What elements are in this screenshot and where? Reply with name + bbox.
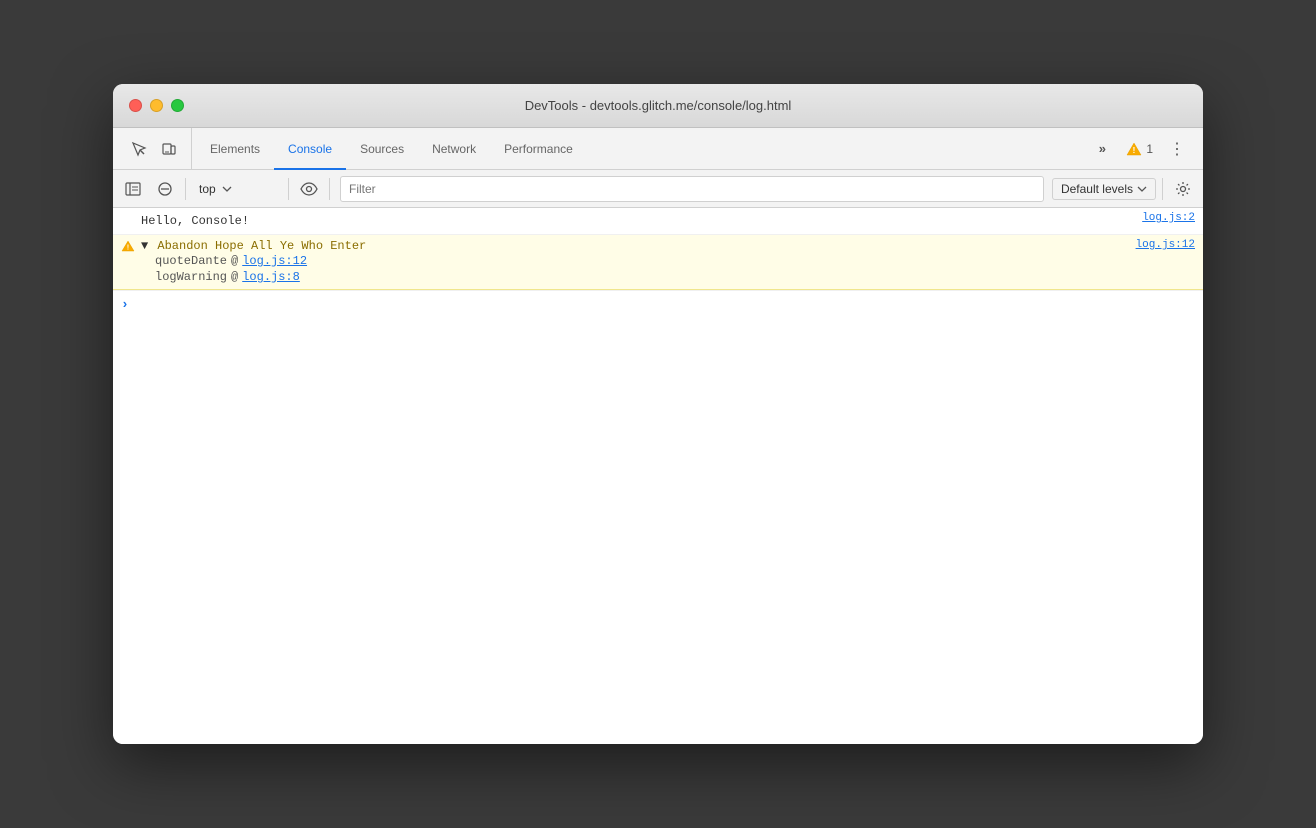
warning-triangle-icon: ! bbox=[1126, 142, 1142, 156]
close-button[interactable] bbox=[129, 99, 142, 112]
toolbar-separator-4 bbox=[1162, 178, 1163, 200]
stack-link-2[interactable]: log.js:8 bbox=[242, 270, 300, 284]
toolbar-separator-3 bbox=[329, 178, 330, 200]
stack-line-1: quoteDante @ log.js:12 bbox=[155, 253, 1195, 269]
stack-line-2: logWarning @ log.js:8 bbox=[155, 269, 1195, 285]
settings-button[interactable] bbox=[1169, 175, 1197, 203]
stack-link-1[interactable]: log.js:12 bbox=[242, 254, 307, 268]
warning-row-body: ▼ Abandon Hope All Ye Who Enter log.js:1… bbox=[141, 239, 1195, 285]
warning-icon: ! bbox=[121, 240, 135, 252]
warning-message: Abandon Hope All Ye Who Enter bbox=[157, 239, 366, 253]
traffic-lights bbox=[129, 99, 184, 112]
eye-icon bbox=[300, 182, 318, 196]
filter-input[interactable] bbox=[349, 182, 1035, 196]
gear-icon bbox=[1175, 181, 1191, 197]
svg-text:!: ! bbox=[1133, 146, 1136, 155]
tab-sources[interactable]: Sources bbox=[346, 129, 418, 170]
tab-console[interactable]: Console bbox=[274, 129, 346, 170]
window-title: DevTools - devtools.glitch.me/console/lo… bbox=[525, 98, 792, 113]
titlebar: DevTools - devtools.glitch.me/console/lo… bbox=[113, 84, 1203, 128]
tab-network[interactable]: Network bbox=[418, 129, 490, 170]
console-prompt-icon: › bbox=[121, 297, 129, 312]
more-options-button[interactable]: ⋮ bbox=[1163, 135, 1191, 163]
maximize-button[interactable] bbox=[171, 99, 184, 112]
devtools-icon-group bbox=[117, 128, 192, 169]
warning-row-icon: ! bbox=[121, 240, 135, 256]
context-selector[interactable]: top bbox=[192, 179, 282, 199]
warning-stack-trace: quoteDante @ log.js:12 logWarning @ log.… bbox=[141, 253, 1195, 285]
console-log-row: Hello, Console! log.js:2 bbox=[113, 208, 1203, 235]
tab-elements[interactable]: Elements bbox=[196, 129, 274, 170]
tab-performance[interactable]: Performance bbox=[490, 129, 587, 170]
warning-badge[interactable]: ! 1 bbox=[1120, 138, 1159, 160]
console-output: Hello, Console! log.js:2 ! ▼ Abandon Hop… bbox=[113, 208, 1203, 744]
console-input-row[interactable]: › bbox=[113, 290, 1203, 318]
filter-input-wrap bbox=[340, 176, 1044, 202]
console-log-text: Hello, Console! bbox=[141, 212, 1134, 230]
eye-icon-button[interactable] bbox=[295, 175, 323, 203]
warning-row-header: ▼ Abandon Hope All Ye Who Enter bbox=[141, 239, 366, 253]
console-log-source-link[interactable]: log.js:2 bbox=[1142, 212, 1195, 224]
warning-source-link[interactable]: log.js:12 bbox=[1136, 239, 1195, 251]
toolbar-separator-2 bbox=[288, 178, 289, 200]
chevron-down-icon bbox=[222, 186, 232, 192]
inspector-icon[interactable] bbox=[125, 135, 153, 163]
devtools-window: DevTools - devtools.glitch.me/console/lo… bbox=[113, 84, 1203, 744]
devtools-tabs-bar: Elements Console Sources Network Perform… bbox=[113, 128, 1203, 170]
default-levels-button[interactable]: Default levels bbox=[1052, 178, 1156, 200]
dropdown-chevron-icon bbox=[1137, 186, 1147, 192]
console-toolbar: top Default levels bbox=[113, 170, 1203, 208]
device-toolbar-icon[interactable] bbox=[155, 135, 183, 163]
clear-console-button[interactable] bbox=[151, 175, 179, 203]
tabs-spacer bbox=[587, 128, 1081, 169]
toolbar-separator-1 bbox=[185, 178, 186, 200]
show-sidebar-button[interactable] bbox=[119, 175, 147, 203]
tab-right-icons: » ! 1 ⋮ bbox=[1080, 128, 1199, 169]
more-tabs-button[interactable]: » bbox=[1088, 135, 1116, 163]
minimize-button[interactable] bbox=[150, 99, 163, 112]
svg-text:!: ! bbox=[126, 245, 130, 253]
warning-expand-toggle[interactable]: ▼ bbox=[141, 239, 148, 253]
console-warning-row: ! ▼ Abandon Hope All Ye Who Enter log.js… bbox=[113, 235, 1203, 290]
